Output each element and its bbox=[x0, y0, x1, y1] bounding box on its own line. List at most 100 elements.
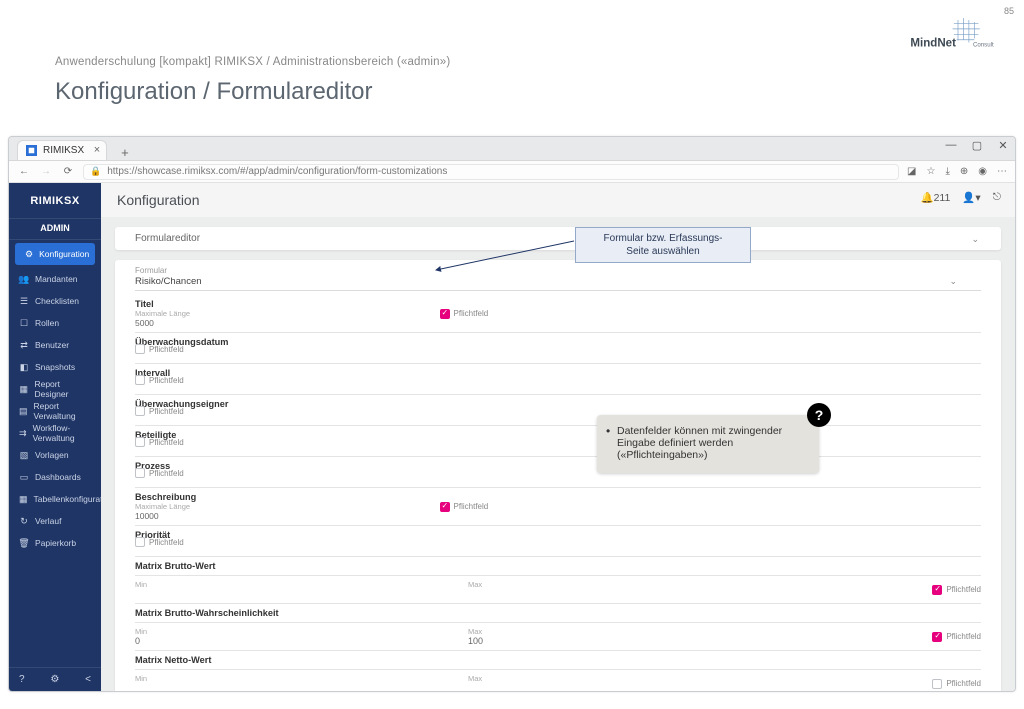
collapse-icon[interactable]: < bbox=[85, 674, 91, 685]
max-length-value: 10000 bbox=[135, 511, 981, 521]
sidebar-item-label: Konfiguration bbox=[39, 249, 89, 259]
sidebar-item-report-verwaltung[interactable]: ▤Report Verwaltung bbox=[9, 400, 101, 422]
mandatory-checkbox[interactable] bbox=[440, 502, 450, 512]
mandatory-label: Pflichtfeld bbox=[149, 345, 184, 354]
sidebar-icon: ⇉ bbox=[19, 428, 27, 439]
mandatory-checkbox[interactable] bbox=[932, 679, 942, 689]
sidebar-item-checklisten[interactable]: ☰Checklisten bbox=[9, 290, 101, 312]
sidebar-item-label: Vorlagen bbox=[35, 450, 69, 460]
sidebar-icon: 🗑 bbox=[19, 538, 29, 549]
sidebar-item-workflow-verwaltung[interactable]: ⇉ Workflow-Verwaltung bbox=[9, 422, 101, 444]
max-value[interactable] bbox=[468, 683, 781, 692]
sidebar-item-label: Dashboards bbox=[35, 472, 81, 482]
browser-sync-icon[interactable]: ⤓ bbox=[945, 166, 949, 177]
address-bar: ← → ⟳ 🔒 https://showcase.rimiksx.com/#/a… bbox=[9, 161, 1015, 183]
sidebar-item-label: Verlauf bbox=[35, 516, 61, 526]
mandatory-checkbox[interactable] bbox=[135, 344, 145, 354]
window-close-icon[interactable]: ✕ bbox=[995, 139, 1011, 152]
sidebar-icon: ▦ bbox=[19, 384, 28, 395]
max-value[interactable]: 100 bbox=[468, 636, 781, 646]
sidebar-icon: ◧ bbox=[19, 362, 29, 373]
svg-text:MindNet: MindNet bbox=[910, 38, 956, 50]
browser-ext-icon[interactable]: ◪ bbox=[907, 166, 916, 177]
back-icon[interactable]: ← bbox=[17, 166, 31, 177]
matrix-minmax-row: MinMaxPflichtfeld bbox=[135, 670, 981, 692]
min-value[interactable] bbox=[135, 589, 448, 599]
browser-tab[interactable]: RIMIKSX × bbox=[17, 140, 107, 160]
max-label: Max bbox=[468, 674, 781, 683]
field-row: BeteiligtePflichtfeld bbox=[135, 426, 981, 457]
sidebar-item-report-designer[interactable]: ▦Report Designer bbox=[9, 378, 101, 400]
url-input[interactable]: 🔒 https://showcase.rimiksx.com/#/app/adm… bbox=[83, 164, 899, 180]
window-maximize-icon[interactable]: ▢ bbox=[969, 139, 985, 152]
window-minimize-icon[interactable]: — bbox=[943, 139, 959, 152]
form-select-value: Risiko/Chancen bbox=[135, 276, 202, 287]
form-select[interactable]: Risiko/Chancen ⌄ bbox=[135, 275, 981, 291]
mandatory-checkbox[interactable] bbox=[932, 632, 942, 642]
min-value[interactable] bbox=[135, 683, 448, 692]
matrix-minmax-row: MinMaxPflichtfeld bbox=[135, 576, 981, 604]
field-row: ProzessPflichtfeld bbox=[135, 457, 981, 488]
sidebar-item-label: Mandanten bbox=[35, 274, 78, 284]
sidebar-icon: ⚙ bbox=[25, 249, 33, 260]
mandatory-checkbox[interactable] bbox=[135, 537, 145, 547]
brand-logo: RIMIKSX bbox=[9, 183, 101, 219]
sidebar-item-snapshots[interactable]: ◧Snapshots bbox=[9, 356, 101, 378]
sidebar-icon: ▤ bbox=[19, 406, 28, 417]
help-bubble: Datenfelder können mit zwingender Eingab… bbox=[597, 415, 819, 473]
panel-selector[interactable]: Formulareditor ⌄ bbox=[115, 227, 1001, 250]
sidebar-item-konfiguration[interactable]: ⚙ Konfiguration bbox=[15, 243, 95, 265]
browser-favorite-icon[interactable]: ☆ bbox=[926, 166, 935, 177]
mandatory-checkbox[interactable] bbox=[135, 468, 145, 478]
sidebar-item-vorlagen[interactable]: ▧Vorlagen bbox=[9, 444, 101, 466]
min-value[interactable]: 0 bbox=[135, 636, 448, 646]
help-icon[interactable]: ? bbox=[19, 674, 25, 685]
logout-icon[interactable]: ⎋ bbox=[993, 191, 1001, 204]
reload-icon[interactable]: ⟳ bbox=[61, 166, 75, 177]
field-row: BeschreibungMaximale Länge10000Pflichtfe… bbox=[135, 488, 981, 526]
mandatory-label: Pflichtfeld bbox=[946, 632, 981, 641]
forward-icon[interactable]: → bbox=[39, 166, 53, 177]
max-length-label: Maximale Länge bbox=[135, 502, 981, 511]
question-badge-icon: ? bbox=[807, 403, 831, 427]
mandatory-label: Pflichtfeld bbox=[149, 376, 184, 385]
mandatory-checkbox[interactable] bbox=[135, 437, 145, 447]
sidebar-icon: ▦ bbox=[19, 494, 28, 505]
browser-collections-icon[interactable]: ⊕ bbox=[960, 166, 968, 177]
close-tab-icon[interactable]: × bbox=[94, 144, 100, 156]
sidebar-item-mandanten[interactable]: 👥Mandanten bbox=[9, 268, 101, 290]
new-tab-button[interactable]: + bbox=[117, 145, 133, 160]
browser-window: RIMIKSX × + — ▢ ✕ ← → ⟳ 🔒 https://showca… bbox=[8, 136, 1016, 692]
mandatory-checkbox[interactable] bbox=[135, 406, 145, 416]
browser-profile-icon[interactable]: ◉ bbox=[978, 166, 987, 177]
sidebar-item-label: Papierkorb bbox=[35, 538, 76, 548]
user-icon[interactable]: 👤▾ bbox=[962, 191, 980, 204]
annotation-callout: Formular bzw. Erfassungs- Seite auswähle… bbox=[575, 227, 751, 263]
bell-icon[interactable]: 🔔211 bbox=[921, 191, 951, 204]
field-row: ÜberwachungsdatumPflichtfeld bbox=[135, 333, 981, 364]
mandatory-checkbox[interactable] bbox=[135, 375, 145, 385]
sidebar-item-benutzer[interactable]: ⇄Benutzer bbox=[9, 334, 101, 356]
sidebar-item-papierkorb[interactable]: 🗑 Papierkorb bbox=[9, 532, 101, 554]
sidebar-icon: ↻ bbox=[19, 516, 29, 527]
mandatory-checkbox[interactable] bbox=[440, 309, 450, 319]
url-text: https://showcase.rimiksx.com/#/app/admin… bbox=[107, 166, 447, 177]
settings-icon[interactable]: ⚙ bbox=[50, 674, 59, 685]
matrix-row-header: Matrix Brutto-Wert bbox=[135, 557, 981, 576]
sidebar-item-tabellenkonfiguration[interactable]: ▦Tabellenkonfiguration bbox=[9, 488, 101, 510]
sidebar-item-verlauf[interactable]: ↻ Verlauf bbox=[9, 510, 101, 532]
tabstrip: RIMIKSX × + — ▢ ✕ bbox=[9, 137, 1015, 161]
sidebar-item-label: Rollen bbox=[35, 318, 59, 328]
sidebar-item-label: Workflow-Verwaltung bbox=[33, 423, 93, 443]
matrix-row-header: Matrix Brutto-Wahrscheinlichkeit bbox=[135, 604, 981, 623]
matrix-name: Matrix Netto-Wert bbox=[135, 655, 981, 665]
field-row: ÜberwachungseignerPflichtfeld bbox=[135, 395, 981, 426]
browser-menu-icon[interactable]: ⋯ bbox=[997, 166, 1007, 177]
max-value[interactable] bbox=[468, 589, 781, 599]
sidebar-item-rollen[interactable]: ☐Rollen bbox=[9, 312, 101, 334]
sidebar-item-dashboards[interactable]: ▭Dashboards bbox=[9, 466, 101, 488]
mandatory-checkbox[interactable] bbox=[932, 585, 942, 595]
matrix-minmax-row: Min0Max100Pflichtfeld bbox=[135, 623, 981, 651]
sidebar-icon: ⇄ bbox=[19, 340, 29, 351]
page-number: 85 bbox=[1004, 6, 1014, 16]
